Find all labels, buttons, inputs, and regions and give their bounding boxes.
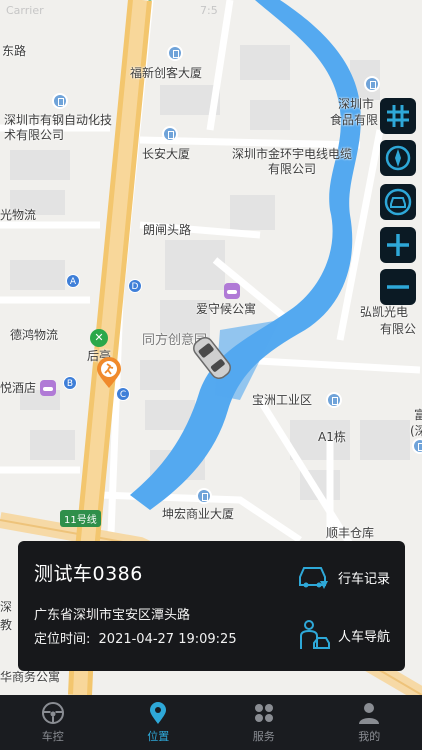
vehicle-address: 广东省深圳市宝安区潭头路 bbox=[34, 608, 191, 623]
map-label: 朗闸头路 bbox=[143, 223, 192, 237]
map-label: 弘凯光电 bbox=[360, 305, 409, 319]
building-icon bbox=[364, 76, 380, 92]
trip-record-button[interactable]: 行车记录 bbox=[296, 562, 390, 592]
traffic-grid-icon bbox=[387, 105, 409, 127]
clock-label: 7:5 bbox=[200, 4, 218, 17]
map-label: 深圳市金环宇电线电缆有限公司 bbox=[232, 147, 353, 176]
map-label: 教 bbox=[0, 618, 13, 632]
tab-label: 我的 bbox=[358, 730, 381, 743]
metro-icon: ✕ bbox=[90, 329, 108, 347]
plus-icon bbox=[387, 234, 409, 256]
metro-exit-b: B bbox=[63, 376, 77, 390]
bottom-tab-bar: 车控 位置 服务 我的 bbox=[0, 695, 422, 750]
location-time-label: 定位时间: bbox=[34, 632, 91, 647]
map-label: 光物流 bbox=[0, 208, 37, 222]
vehicle-marker-icon[interactable] bbox=[184, 330, 240, 386]
carrier-label: Carrier bbox=[6, 4, 44, 17]
map-label: 长安大厦 bbox=[142, 147, 191, 161]
map-label: 顺丰仓库 bbox=[326, 526, 375, 540]
map-label: 华商务公寓 bbox=[0, 670, 61, 684]
map-label: 福新创客大厦 bbox=[130, 66, 203, 80]
map-label: 东路 bbox=[2, 44, 27, 58]
building-icon bbox=[196, 488, 212, 504]
map-label: 食品有限 bbox=[330, 113, 379, 127]
building-icon bbox=[162, 126, 178, 142]
map-label: A1栋 bbox=[318, 430, 346, 444]
tab-label: 车控 bbox=[41, 730, 64, 743]
tab-services[interactable]: 服务 bbox=[211, 695, 317, 750]
steering-wheel-icon bbox=[41, 702, 64, 724]
map-label: 富 bbox=[414, 408, 422, 422]
building-icon bbox=[326, 392, 342, 408]
map-label: 宝洲工业区 bbox=[252, 393, 313, 407]
metro-exit-a: A bbox=[66, 274, 80, 288]
map-label: 有限公 bbox=[380, 322, 417, 336]
hotel-icon bbox=[40, 380, 56, 396]
location-time: 定位时间: 2021-04-27 19:09:25 bbox=[34, 628, 237, 647]
map-label: 深 bbox=[0, 600, 13, 614]
user-icon bbox=[359, 703, 380, 724]
compass-button[interactable] bbox=[380, 140, 416, 176]
user-location-pin-icon[interactable] bbox=[96, 357, 122, 389]
zoom-in-button[interactable] bbox=[380, 227, 416, 263]
status-bar: Carrier 7:5 bbox=[0, 0, 422, 22]
car-center-icon bbox=[384, 188, 412, 216]
traffic-toggle-button[interactable] bbox=[380, 98, 416, 134]
building-icon bbox=[412, 438, 422, 454]
metro-exit-c: C bbox=[116, 387, 130, 401]
zoom-out-button[interactable] bbox=[380, 269, 416, 305]
tab-label: 位置 bbox=[147, 730, 170, 743]
building-icon bbox=[167, 45, 183, 61]
compass-icon bbox=[385, 145, 411, 171]
map-label: 深圳市有钢自动化技术有限公司 bbox=[4, 113, 113, 142]
trip-record-label: 行车记录 bbox=[338, 571, 391, 587]
map-label: 坤宏商业大厦 bbox=[162, 507, 235, 521]
car-record-icon bbox=[299, 567, 328, 589]
vehicle-name: 测试车0386 bbox=[34, 563, 143, 585]
tab-profile[interactable]: 我的 bbox=[317, 695, 422, 750]
person-car-navigation-icon bbox=[300, 620, 330, 649]
tab-label: 服务 bbox=[252, 730, 275, 743]
hotel-icon bbox=[224, 283, 240, 299]
map-label: 德鸿物流 bbox=[10, 328, 59, 342]
navigation-label: 人车导航 bbox=[338, 629, 391, 645]
building-icon bbox=[52, 93, 68, 109]
map-label: 深圳市 bbox=[338, 97, 375, 111]
map-label: (深 bbox=[410, 424, 422, 438]
map-label: 爱守候公寓 bbox=[196, 302, 257, 316]
metro-line-badge: 11号线 bbox=[60, 510, 101, 527]
tab-location[interactable]: 位置 bbox=[106, 695, 212, 750]
map-label: 悦酒店 bbox=[0, 381, 37, 395]
grid-icon bbox=[254, 704, 273, 722]
minus-icon bbox=[387, 285, 409, 289]
center-vehicle-button[interactable] bbox=[380, 184, 416, 220]
navigation-button[interactable]: 人车导航 bbox=[296, 620, 390, 650]
metro-exit-d: D bbox=[128, 279, 142, 293]
tab-vehicle-control[interactable]: 车控 bbox=[0, 695, 106, 750]
location-pin-icon bbox=[150, 702, 167, 724]
vehicle-info-card: 测试车0386 广东省深圳市宝安区潭头路 定位时间: 2021-04-27 19… bbox=[18, 541, 405, 671]
location-time-value: 2021-04-27 19:09:25 bbox=[98, 632, 237, 647]
